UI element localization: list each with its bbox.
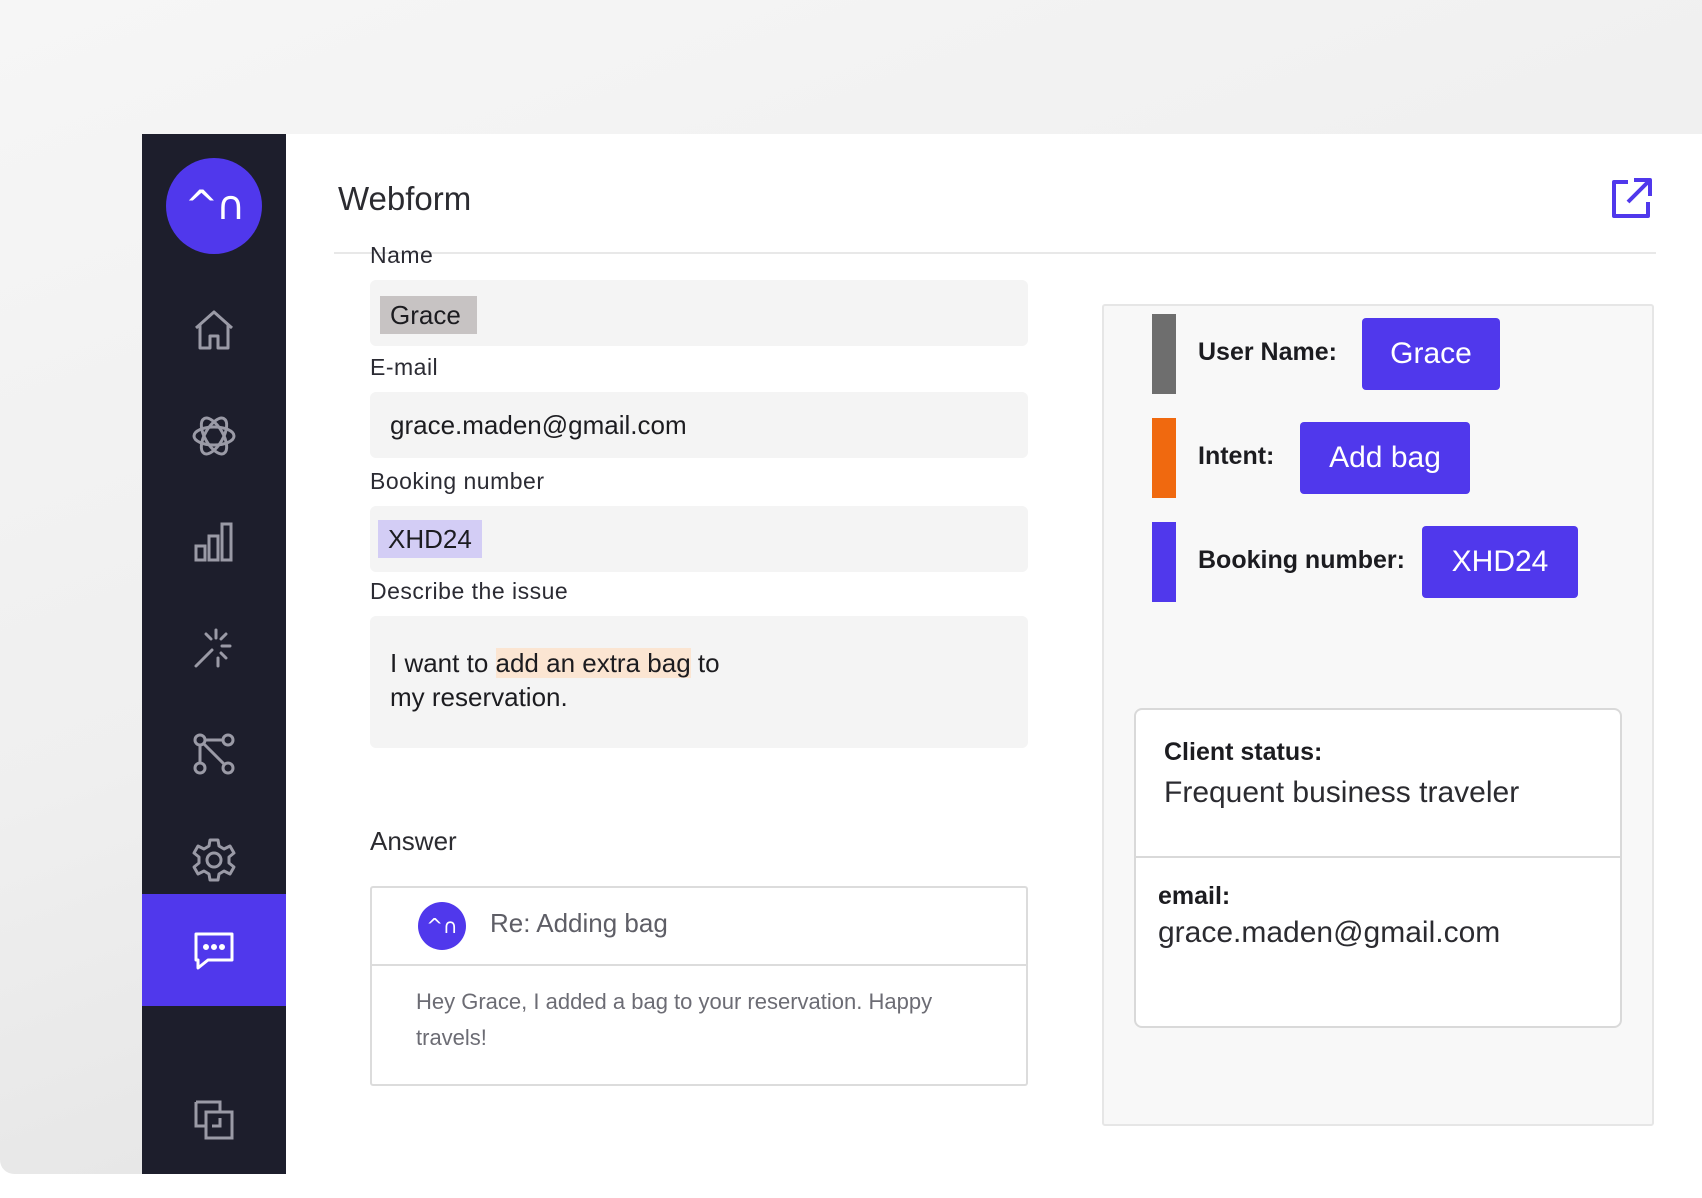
gear-icon	[192, 838, 236, 882]
sidebar-item-flows[interactable]	[142, 698, 286, 810]
home-icon	[195, 310, 233, 350]
sidebar-item-conversations[interactable]	[142, 894, 286, 1006]
sparkle-icon	[194, 628, 232, 668]
entity-color-bar	[1152, 314, 1176, 394]
issue-highlight: add an extra bag	[495, 648, 691, 678]
client-status-label: Client status:	[1164, 738, 1323, 766]
extraction-panel: User Name: Grace Intent: Add bag Booking…	[1102, 304, 1654, 1126]
email-label: E-mail	[370, 354, 439, 380]
sidebar: ^∩	[142, 134, 286, 1174]
atom-icon	[192, 416, 236, 456]
sidebar-item-analytics[interactable]	[142, 486, 286, 598]
sidebar-item-home[interactable]	[142, 274, 286, 386]
issue-text: I want to	[390, 648, 496, 678]
answer-body[interactable]: Hey Grace, I added a bag to your reserva…	[416, 984, 986, 1056]
open-external-icon[interactable]	[1608, 176, 1654, 222]
name-value: Grace	[380, 296, 477, 334]
header-divider	[334, 252, 1656, 254]
app-window: ^∩ Webform Name Grace E-mail grace.maden…	[142, 134, 1702, 1174]
answer-box[interactable]: ^∩ Re: Adding bag Hey Grace, I added a b…	[370, 886, 1028, 1086]
entity-chip-intent[interactable]: Add bag	[1300, 422, 1470, 494]
booking-value: XHD24	[378, 520, 482, 558]
card-divider	[1136, 856, 1620, 858]
client-email-value: grace.maden@gmail.com	[1158, 916, 1501, 949]
issue-label: Describe the issue	[370, 578, 569, 604]
bar-chart-icon	[194, 522, 233, 562]
client-email-label: email:	[1158, 882, 1231, 910]
issue-textarea[interactable]: I want to add an extra bag to my reserva…	[370, 616, 1028, 748]
name-field[interactable]: Grace	[370, 280, 1028, 346]
sidebar-item-automation[interactable]	[142, 592, 286, 704]
page-title: Webform	[338, 180, 472, 217]
entity-chip-user-name[interactable]: Grace	[1362, 318, 1500, 390]
avatar: ^∩	[418, 902, 466, 950]
copy-icon	[194, 1100, 234, 1140]
entity-label-booking-number: Booking number:	[1198, 546, 1405, 574]
app-logo[interactable]: ^∩	[166, 158, 262, 254]
answer-label: Answer	[370, 826, 457, 856]
booking-label: Booking number	[370, 468, 545, 494]
entity-color-bar	[1152, 418, 1176, 498]
answer-subject[interactable]: Re: Adding bag	[490, 908, 668, 939]
booking-field[interactable]: XHD24	[370, 506, 1028, 572]
name-label: Name	[370, 242, 434, 268]
chat-icon	[194, 932, 234, 970]
email-value: grace.maden@gmail.com	[390, 410, 687, 440]
issue-text-line2: my reservation.	[390, 682, 568, 712]
client-info-card: Client status: Frequent business travele…	[1134, 708, 1622, 1028]
email-field[interactable]: grace.maden@gmail.com	[370, 392, 1028, 458]
flow-icon	[193, 733, 235, 775]
client-status-value: Frequent business traveler	[1164, 776, 1520, 809]
entity-label-user-name: User Name:	[1198, 338, 1337, 366]
entity-chip-booking-number[interactable]: XHD24	[1422, 526, 1578, 598]
entity-label-intent: Intent:	[1198, 442, 1275, 470]
answer-header: ^∩ Re: Adding bag	[372, 888, 1026, 966]
issue-text-cont: to	[690, 648, 720, 678]
sidebar-item-integrations[interactable]	[142, 1064, 286, 1176]
entity-color-bar	[1152, 522, 1176, 602]
sidebar-item-models[interactable]	[142, 380, 286, 492]
